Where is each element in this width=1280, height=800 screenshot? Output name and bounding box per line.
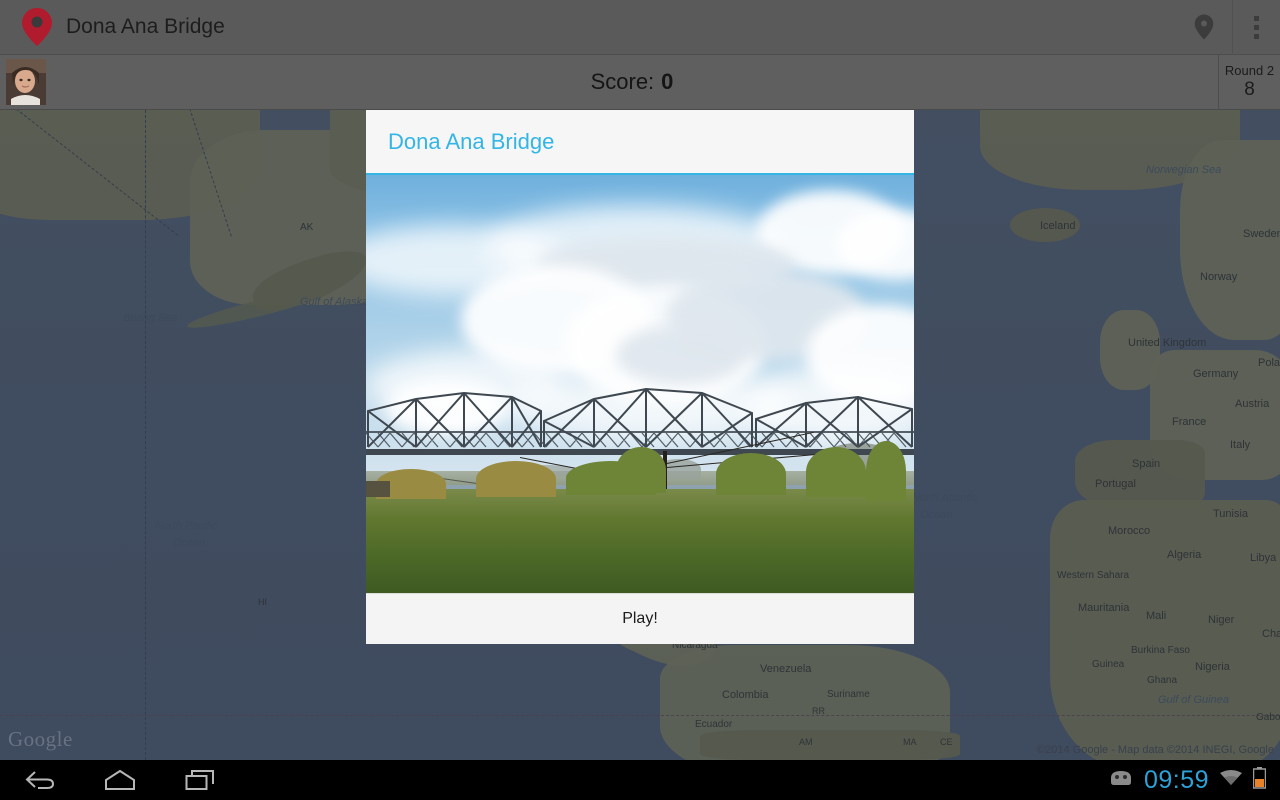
map-land-africa (1050, 500, 1280, 760)
map-label: North Atlantic (912, 492, 978, 504)
map-label: AK (300, 222, 314, 233)
score-label: Score: (590, 69, 655, 94)
android-screen: AK Bering Sea Gulf of Alaska North Pacific O… (0, 0, 1280, 800)
map-label: Ocean (920, 509, 953, 521)
map-pin-icon (20, 7, 54, 47)
status-icons: 09:59 (1108, 766, 1280, 795)
score-bar: Score: 0 Round 2 8 (0, 54, 1280, 110)
overflow-dot (1254, 15, 1259, 21)
round-indicator: Round 2 8 (1218, 54, 1280, 110)
map-label: Algeria (1167, 549, 1202, 561)
map-label: Colombia (722, 689, 769, 701)
map-label: Bering Sea (123, 312, 178, 324)
back-arrow-icon[interactable] (0, 760, 80, 800)
map-label: Austria (1235, 398, 1270, 410)
dialog-header: Dona Ana Bridge (366, 110, 914, 175)
grass-clump (716, 453, 786, 495)
grass-clump (616, 447, 666, 493)
map-land-brazil (700, 730, 960, 760)
grass-clump (806, 447, 866, 497)
place-dialog: Dona Ana Bridge Play! (366, 110, 914, 644)
overflow-dot (1254, 33, 1259, 39)
map-label: Tunisia (1213, 508, 1249, 520)
google-watermark: Google (8, 727, 73, 751)
overflow-dot (1254, 24, 1259, 30)
map-label: North Pacific (155, 520, 218, 532)
map-label: HI (258, 597, 267, 607)
round-label: Round 2 (1224, 63, 1275, 78)
round-value: 8 (1244, 79, 1255, 100)
map-label: Gabon (1256, 712, 1280, 723)
map-label: Ecuador (695, 719, 733, 730)
map-label: France (1172, 416, 1207, 428)
dialog-title: Dona Ana Bridge (388, 128, 555, 154)
map-label: Germany (1193, 368, 1239, 380)
map-label: Suriname (827, 689, 870, 700)
map-label: Italy (1230, 439, 1251, 451)
status-clock: 09:59 (1143, 765, 1209, 794)
home-icon[interactable] (80, 760, 160, 800)
map-label: Libya (1250, 552, 1277, 564)
android-robot-icon (1108, 769, 1134, 792)
map-attribution: ©2014 Google - Map data ©2014 INEGI, Goo… (1037, 744, 1274, 756)
map-label: Morocco (1108, 525, 1151, 537)
map-label: CE (940, 737, 953, 747)
map-label: Mali (1146, 610, 1167, 622)
map-label: Venezuela (760, 663, 812, 675)
map-label: Iceland (1040, 220, 1076, 232)
wifi-icon (1219, 769, 1243, 792)
location-pin-icon[interactable] (1176, 0, 1232, 55)
map-equator-line (0, 715, 1280, 716)
map-label: Norway (1200, 271, 1238, 283)
map-label: AM (799, 737, 813, 747)
map-label: Ocean (173, 537, 206, 549)
map-label: Chad (1262, 628, 1280, 640)
map-vertical-boundary (145, 110, 146, 760)
map-label: Niger (1208, 614, 1235, 626)
battery-low-icon (1252, 766, 1267, 794)
map-label: Portugal (1095, 478, 1136, 490)
map-label: Spain (1132, 458, 1161, 470)
score-value: 0 (661, 69, 674, 94)
map-label: Guinea (1092, 659, 1125, 670)
map-label: RR (812, 706, 825, 716)
bridge-chord (366, 431, 914, 433)
system-navigation-bar: 09:59 (0, 760, 1280, 800)
map-label: Mauritania (1078, 602, 1130, 614)
map-label: Ghana (1147, 675, 1178, 686)
overflow-menu-icon[interactable] (1232, 0, 1280, 55)
map-label: MA (903, 737, 917, 747)
map-label: Gulf of Alaska (300, 296, 369, 308)
bridge-photo (366, 175, 914, 593)
page-title: Dona Ana Bridge (66, 15, 225, 38)
grass-clump (866, 441, 906, 501)
app-bar: Dona Ana Bridge (0, 0, 1280, 55)
user-avatar-thumbnail[interactable] (6, 59, 46, 105)
foreground-object (366, 481, 390, 497)
map-label: Gulf of Guinea (1158, 694, 1229, 706)
dialog-footer: Play! (366, 593, 914, 644)
map-label: Burkina Faso (1131, 645, 1190, 656)
map-label: Sweden (1243, 228, 1280, 240)
grass-clump (476, 461, 556, 497)
map-label: Poland (1258, 357, 1280, 369)
map-label: Western Sahara (1057, 570, 1130, 581)
play-button[interactable]: Play! (622, 610, 658, 628)
map-label: United Kingdom (1128, 337, 1207, 349)
photo-foreground-grass (366, 489, 914, 593)
map-label: Norwegian Sea (1146, 164, 1222, 176)
recent-apps-icon[interactable] (160, 760, 240, 800)
map-label: Nigeria (1195, 661, 1230, 673)
score-display: Score: 0 (46, 69, 1218, 95)
